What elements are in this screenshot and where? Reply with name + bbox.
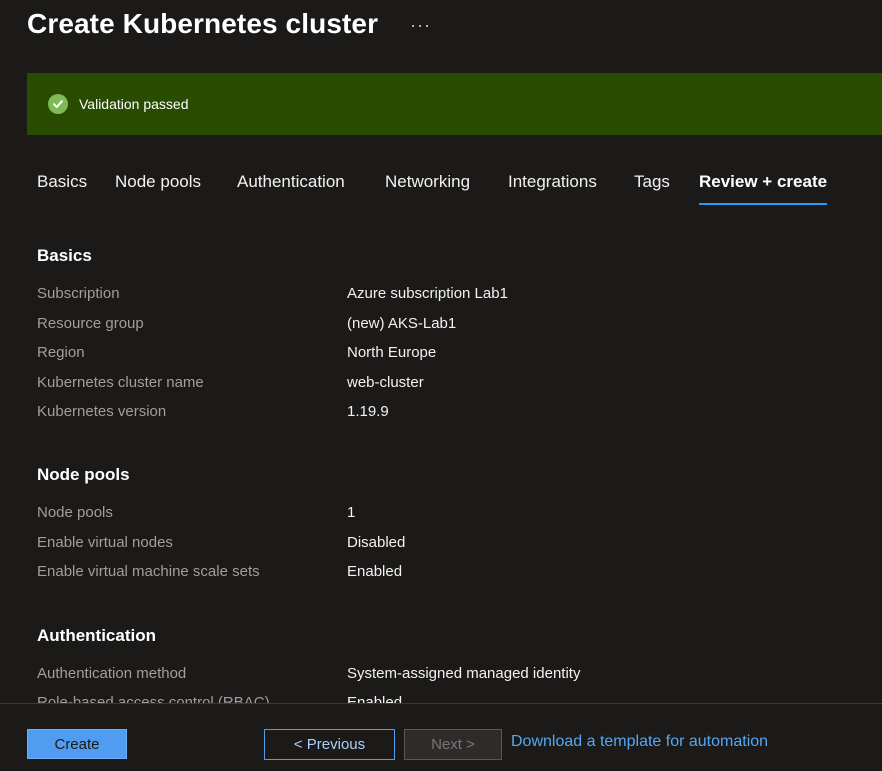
tab-tags[interactable]: Tags [634,172,670,192]
validation-message: Validation passed [79,96,189,112]
footer-bar: Create < Previous Next > Download a temp… [0,703,882,771]
row-value: 1 [347,504,356,521]
row-label: Enable virtual nodes [37,534,173,551]
row-value: Disabled [347,534,406,551]
row-label: Resource group [37,315,144,332]
download-template-link[interactable]: Download a template for automation [511,733,768,751]
section-title-basics: Basics [37,246,92,265]
validation-banner: Validation passed [27,73,882,135]
review-content: Basics Subscription Azure subscription L… [0,230,882,703]
tab-node-pools[interactable]: Node pools [115,172,201,192]
row-label: Kubernetes cluster name [37,374,204,391]
tab-networking[interactable]: Networking [385,172,470,192]
row-value: North Europe [347,344,437,361]
row-value: Enabled [347,694,403,703]
row-value: Azure subscription Lab1 [347,285,508,302]
row-value: Enabled [347,563,403,580]
row-value: web-cluster [347,374,424,391]
create-button[interactable]: Create [27,729,127,759]
row-label: Role-based access control (RBAC) [37,694,270,703]
row-value: 1.19.9 [347,403,389,420]
more-options-icon[interactable]: ··· [410,15,431,36]
row-label: Node pools [37,504,113,521]
row-value: System-assigned managed identity [347,665,581,682]
tab-integrations[interactable]: Integrations [508,172,597,192]
check-circle-icon [48,94,68,114]
tab-authentication[interactable]: Authentication [237,172,345,192]
row-label: Enable virtual machine scale sets [37,563,260,580]
next-button: Next > [404,729,502,760]
tab-review-create[interactable]: Review + create [699,172,828,205]
page-header: Create Kubernetes cluster ··· [27,0,431,48]
row-value: (new) AKS-Lab1 [347,315,457,332]
row-label: Authentication method [37,665,187,682]
previous-button[interactable]: < Previous [264,729,395,760]
create-kubernetes-cluster-page: Create Kubernetes cluster ··· Validation… [0,0,882,771]
row-label: Subscription [37,285,120,302]
row-label: Region [37,344,85,361]
section-title-node-pools: Node pools [37,465,130,484]
tab-basics[interactable]: Basics [37,172,87,192]
section-title-authentication: Authentication [37,626,156,645]
page-title: Create Kubernetes cluster [27,8,379,39]
row-label: Kubernetes version [37,403,167,420]
